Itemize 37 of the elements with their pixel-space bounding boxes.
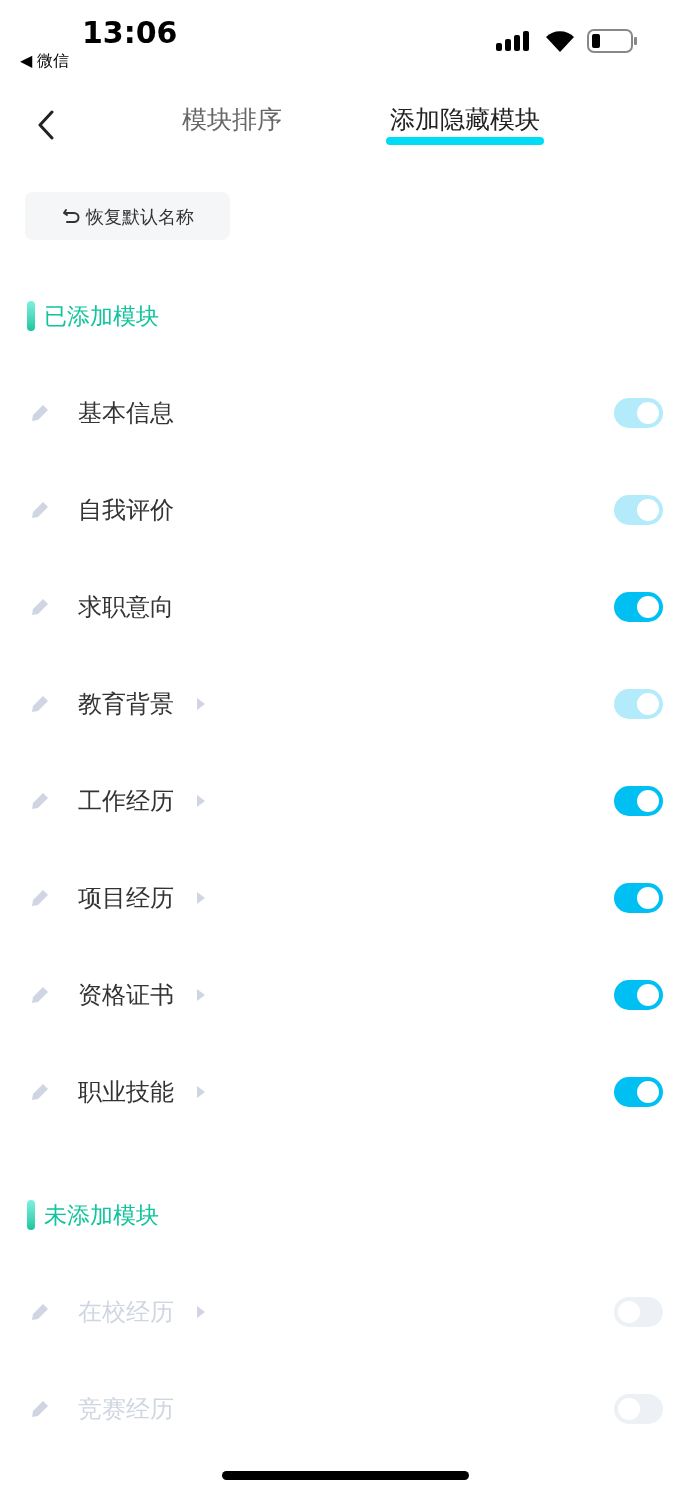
toggle-switch[interactable] xyxy=(614,979,663,1010)
module-label: 项目经历 xyxy=(78,882,174,914)
module-label: 基本信息 xyxy=(78,397,174,429)
pencil-icon[interactable] xyxy=(30,596,50,617)
section-marker-icon xyxy=(27,1200,35,1230)
module-label: 教育背景 xyxy=(78,688,174,720)
pencil-icon[interactable] xyxy=(30,693,50,714)
module-label: 资格证书 xyxy=(78,979,174,1011)
status-time: 13:06 xyxy=(82,14,178,52)
section-marker-icon xyxy=(27,301,35,331)
toggle-switch[interactable] xyxy=(614,591,663,622)
pencil-icon[interactable] xyxy=(30,1301,50,1322)
pencil-icon[interactable] xyxy=(30,984,50,1005)
battery-icon xyxy=(587,29,639,53)
toggle-switch[interactable] xyxy=(614,1076,663,1107)
pencil-icon[interactable] xyxy=(30,790,50,811)
expand-arrow-icon[interactable] xyxy=(196,1084,206,1099)
module-label: 职业技能 xyxy=(78,1076,174,1108)
module-label: 求职意向 xyxy=(78,591,174,623)
toggle-switch[interactable] xyxy=(614,785,663,816)
reset-button[interactable]: 恢复默认名称 xyxy=(25,192,230,240)
back-icon[interactable] xyxy=(36,110,56,140)
expand-arrow-icon[interactable] xyxy=(196,987,206,1002)
tab[interactable]: 添加隐藏模块 xyxy=(386,103,544,145)
module-label: 自我评价 xyxy=(78,494,174,526)
pencil-icon[interactable] xyxy=(30,887,50,908)
module-label: 工作经历 xyxy=(78,785,174,817)
tab[interactable]: 模块排序 xyxy=(178,103,286,145)
section-title: 已添加模块 xyxy=(44,301,159,331)
section-title: 未添加模块 xyxy=(44,1200,159,1230)
expand-arrow-icon[interactable] xyxy=(196,890,206,905)
toggle-switch[interactable] xyxy=(614,882,663,913)
pencil-icon[interactable] xyxy=(30,1081,50,1102)
expand-arrow-icon[interactable] xyxy=(196,793,206,808)
back-to-app-link[interactable]: ◀ 微信 xyxy=(20,49,70,73)
wifi-icon xyxy=(545,28,575,52)
undo-icon xyxy=(61,207,80,225)
